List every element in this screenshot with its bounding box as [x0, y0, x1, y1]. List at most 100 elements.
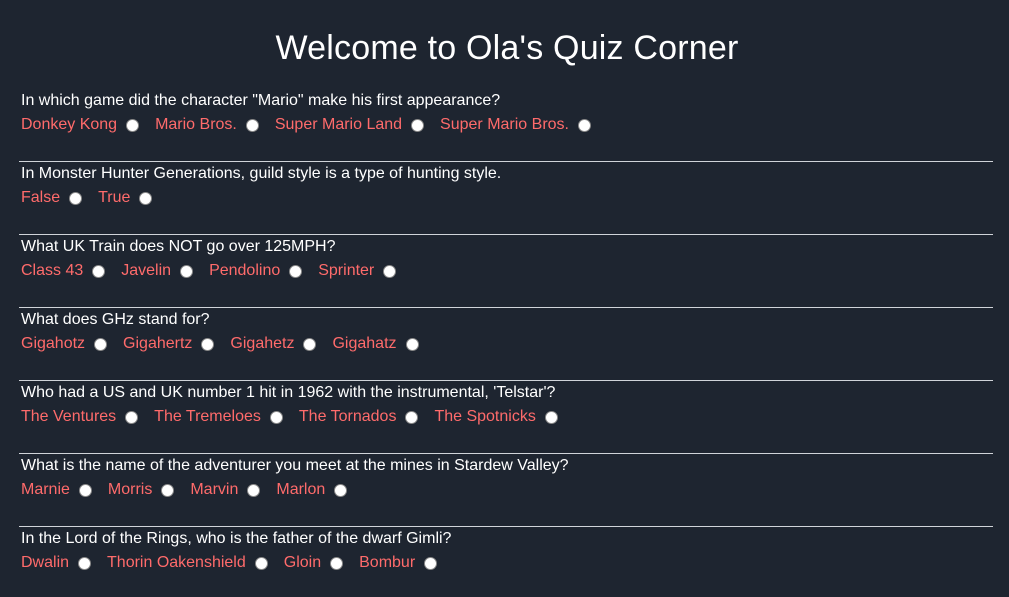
radio-button[interactable] [201, 337, 215, 351]
answer-option[interactable]: Gloin [283, 554, 344, 572]
answer-label: The Spotnicks [434, 408, 536, 425]
answer-label: Mario Bros. [155, 116, 237, 133]
answer-label: Gigahatz [332, 335, 397, 352]
radio-button[interactable] [424, 556, 438, 570]
radio-button[interactable] [303, 337, 317, 351]
answer-option[interactable]: Sprinter [318, 262, 397, 280]
question-text: What does GHz stand for? [21, 311, 210, 328]
answer-options: The Ventures The Tremeloes The Tornados … [21, 405, 993, 429]
radio-button[interactable] [125, 410, 139, 424]
answer-label: The Tremeloes [154, 408, 261, 425]
answer-option[interactable]: The Spotnicks [434, 408, 558, 426]
answer-option[interactable]: Mario Bros. [155, 116, 259, 134]
answer-option[interactable]: False [21, 189, 83, 207]
page-title: Welcome to Ola's Quiz Corner [275, 29, 739, 67]
answer-option[interactable]: Marnie [21, 481, 92, 499]
answer-option[interactable]: Gigahotz [21, 335, 108, 353]
answer-label: Gloin [283, 554, 322, 571]
radio-button[interactable] [247, 483, 261, 497]
radio-button[interactable] [289, 264, 303, 278]
answer-label: Donkey Kong [21, 116, 118, 133]
answer-option[interactable]: Thorin Oakenshield [107, 554, 268, 572]
answer-option[interactable]: Donkey Kong [21, 116, 140, 134]
answer-label: Marlon [276, 481, 326, 498]
answer-option[interactable]: Marlon [276, 481, 348, 499]
answer-option[interactable]: Class 43 [21, 262, 106, 280]
answer-option[interactable]: The Tornados [299, 408, 419, 426]
question-item: In which game did the character "Mario" … [19, 89, 993, 162]
answer-label: Dwalin [21, 554, 70, 571]
radio-button[interactable] [334, 483, 348, 497]
answer-label: Gigahotz [21, 335, 86, 352]
answer-option[interactable]: Dwalin [21, 554, 92, 572]
question-item: What UK Train does NOT go over 125MPH? C… [19, 235, 993, 308]
answer-option[interactable]: The Tremeloes [154, 408, 283, 426]
question-text: What is the name of the adventurer you m… [21, 457, 569, 474]
radio-button[interactable] [269, 410, 283, 424]
radio-button[interactable] [383, 264, 397, 278]
question-item: In the Lord of the Rings, who is the fat… [21, 527, 993, 597]
answer-label: False [21, 189, 61, 206]
question-list: In which game did the character "Mario" … [19, 89, 993, 597]
answer-label: Class 43 [21, 262, 84, 279]
radio-button[interactable] [544, 410, 558, 424]
answer-options: Donkey Kong Mario Bros. Super Mario Land… [21, 113, 993, 137]
answer-option[interactable]: Morris [107, 481, 175, 499]
answer-label: Gigahetz [230, 335, 295, 352]
radio-button[interactable] [245, 118, 259, 132]
answer-option[interactable]: True [98, 189, 153, 207]
answer-label: Marvin [190, 481, 239, 498]
answer-option[interactable]: Super Mario Bros. [440, 116, 591, 134]
answer-option[interactable]: Javelin [121, 262, 194, 280]
answer-option[interactable]: Gigahertz [123, 335, 215, 353]
answer-label: True [98, 189, 131, 206]
answer-options: Marnie Morris Marvin Marlon [21, 478, 993, 502]
question-text: In Monster Hunter Generations, guild sty… [21, 165, 502, 182]
answer-option[interactable]: Super Mario Land [274, 116, 425, 134]
question-item: Who had a US and UK number 1 hit in 1962… [19, 381, 993, 454]
answer-label: The Ventures [21, 408, 117, 425]
radio-button[interactable] [78, 483, 92, 497]
radio-button[interactable] [94, 337, 108, 351]
question-item: What is the name of the adventurer you m… [19, 454, 993, 527]
question-text: What UK Train does NOT go over 125MPH? [21, 238, 336, 255]
radio-button[interactable] [139, 191, 153, 205]
answer-option[interactable]: The Ventures [21, 408, 139, 426]
radio-button[interactable] [180, 264, 194, 278]
question-text: Who had a US and UK number 1 hit in 1962… [21, 384, 556, 401]
radio-button[interactable] [69, 191, 83, 205]
radio-button[interactable] [405, 410, 419, 424]
answer-option[interactable]: Gigahatz [332, 335, 419, 353]
answer-label: Javelin [121, 262, 172, 279]
answer-option[interactable]: Marvin [190, 481, 261, 499]
answer-option[interactable]: Gigahetz [230, 335, 317, 353]
question-item: In Monster Hunter Generations, guild sty… [19, 162, 993, 235]
answer-label: Super Mario Land [274, 116, 403, 133]
answer-options: Dwalin Thorin Oakenshield Gloin Bombur [21, 551, 993, 575]
answer-options: Gigahotz Gigahertz Gigahetz Gigahatz [21, 332, 993, 356]
radio-button[interactable] [411, 118, 425, 132]
radio-button[interactable] [92, 264, 106, 278]
radio-button[interactable] [577, 118, 591, 132]
answer-label: Thorin Oakenshield [107, 554, 246, 571]
answer-label: Gigahertz [123, 335, 193, 352]
answer-label: Super Mario Bros. [440, 116, 569, 133]
question-item: What does GHz stand for? Gigahotz Gigahe… [19, 308, 993, 381]
answer-label: Pendolino [209, 262, 281, 279]
answer-label: The Tornados [298, 408, 397, 425]
radio-button[interactable] [405, 337, 419, 351]
answer-label: Bombur [359, 554, 416, 571]
answer-label: Sprinter [318, 262, 375, 279]
answer-label: Morris [107, 481, 153, 498]
answer-option[interactable]: Bombur [359, 554, 438, 572]
quiz-page: Welcome to Ola's Quiz Corner In which ga… [0, 0, 1009, 597]
radio-button[interactable] [126, 118, 140, 132]
radio-button[interactable] [161, 483, 175, 497]
answer-options: Class 43 Javelin Pendolino Sprinter [21, 259, 993, 283]
question-text: In which game did the character "Mario" … [21, 92, 501, 109]
question-text: In the Lord of the Rings, who is the fat… [21, 530, 452, 547]
radio-button[interactable] [78, 556, 92, 570]
radio-button[interactable] [330, 556, 344, 570]
radio-button[interactable] [254, 556, 268, 570]
answer-option[interactable]: Pendolino [209, 262, 303, 280]
